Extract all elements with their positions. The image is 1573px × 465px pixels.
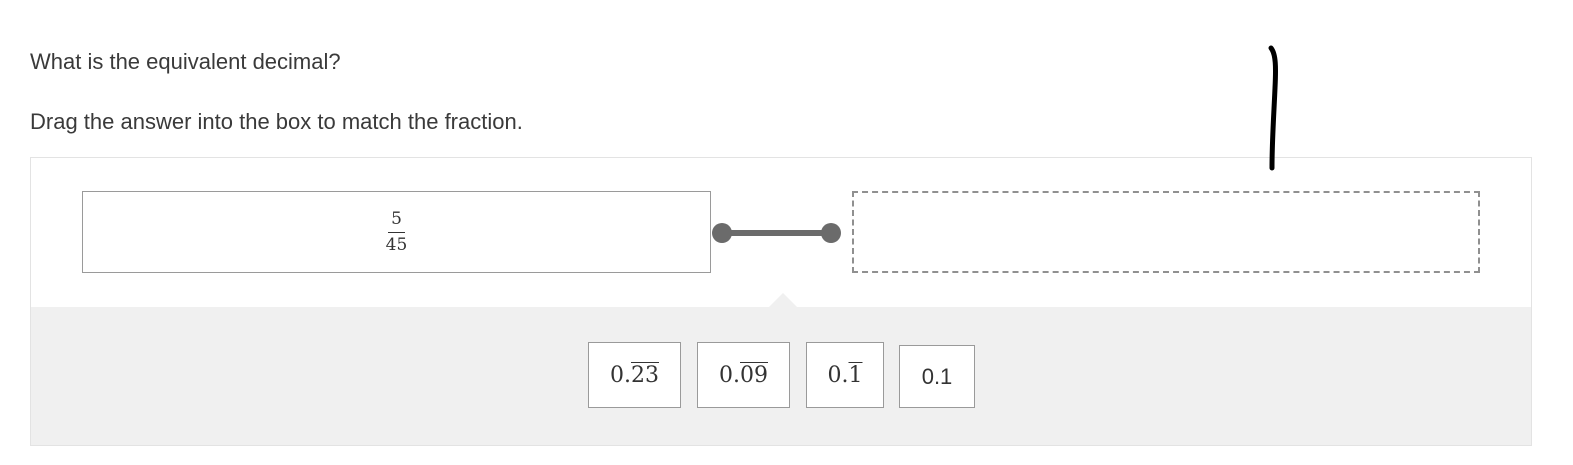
matching-panel: 5 45 0.23 0.09 0.1 0.1 xyxy=(30,157,1532,446)
connector-dot-left xyxy=(712,223,732,243)
tile-value-repeating-digits: 23 xyxy=(631,362,659,388)
tile-value: 0.1 xyxy=(921,363,953,389)
tray-pointer-notch xyxy=(768,293,798,308)
fraction-numerator: 5 xyxy=(388,210,405,233)
handwritten-mark xyxy=(1268,45,1278,171)
fraction-prompt-box: 5 45 xyxy=(82,191,711,273)
answer-tile-0-1-repeating[interactable]: 0.1 xyxy=(806,342,884,408)
tile-value-repeating-digits: 09 xyxy=(740,362,768,388)
tile-value-repeating-digits: 1 xyxy=(848,362,863,388)
answer-drop-zone[interactable] xyxy=(852,191,1480,273)
question-prompt: What is the equivalent decimal? xyxy=(30,49,341,74)
tile-value-lead: 0. xyxy=(719,362,740,388)
question-instruction: Drag the answer into the box to match th… xyxy=(30,109,523,134)
tile-value: 0.23 xyxy=(610,363,659,388)
tile-value: 0.09 xyxy=(719,363,768,388)
answer-tile-0-1[interactable]: 0.1 xyxy=(899,345,975,408)
tile-value-lead: 0. xyxy=(610,362,631,388)
fraction: 5 45 xyxy=(383,210,411,255)
fraction-denominator: 45 xyxy=(385,234,408,255)
connector-dot-right xyxy=(821,223,841,243)
tile-value-lead: 0. xyxy=(827,362,849,388)
answer-tile-0-23-repeating[interactable]: 0.23 xyxy=(588,342,681,408)
tile-value: 0.1 xyxy=(828,363,863,388)
connector-line xyxy=(712,223,841,243)
answer-tile-0-09-repeating[interactable]: 0.09 xyxy=(697,342,790,408)
